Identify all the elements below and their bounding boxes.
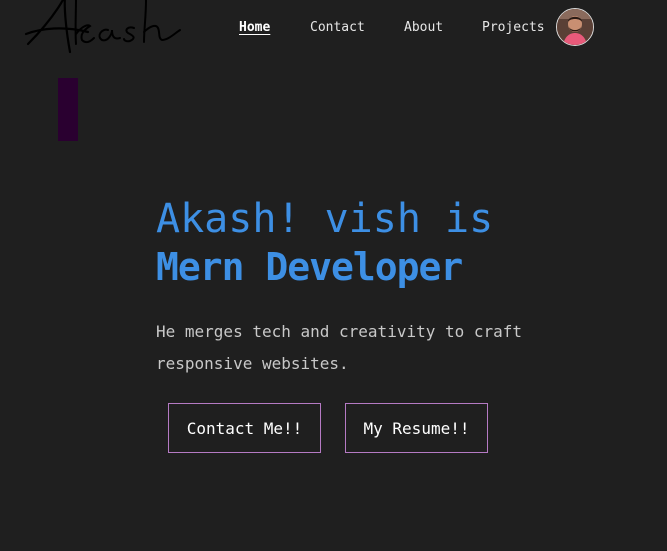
hero-title-line2: Mern Developer: [156, 245, 463, 289]
nav-link-about[interactable]: About: [404, 19, 443, 37]
profile-avatar[interactable]: [556, 8, 594, 46]
nav-link-projects[interactable]: Projects: [482, 19, 545, 37]
nav-link-contact[interactable]: Contact: [310, 19, 365, 37]
contact-me-button[interactable]: Contact Me!!: [168, 403, 321, 453]
nav-link-home[interactable]: Home: [239, 19, 270, 37]
my-resume-button[interactable]: My Resume!!: [345, 403, 488, 453]
hero-title-line1: Akash! vish is: [156, 196, 494, 242]
brand-logo[interactable]: [24, 0, 194, 60]
hero-subtitle: He merges tech and creativity to craft r…: [156, 322, 523, 373]
signature-logo-icon: [24, 0, 181, 54]
avatar-photo-icon: [557, 9, 593, 45]
hero-title: Akash! vish is Mern Developer: [156, 195, 493, 291]
hero-section: Akash! vish is Mern Developer: [156, 195, 493, 291]
decorative-accent-bar: [58, 78, 78, 141]
